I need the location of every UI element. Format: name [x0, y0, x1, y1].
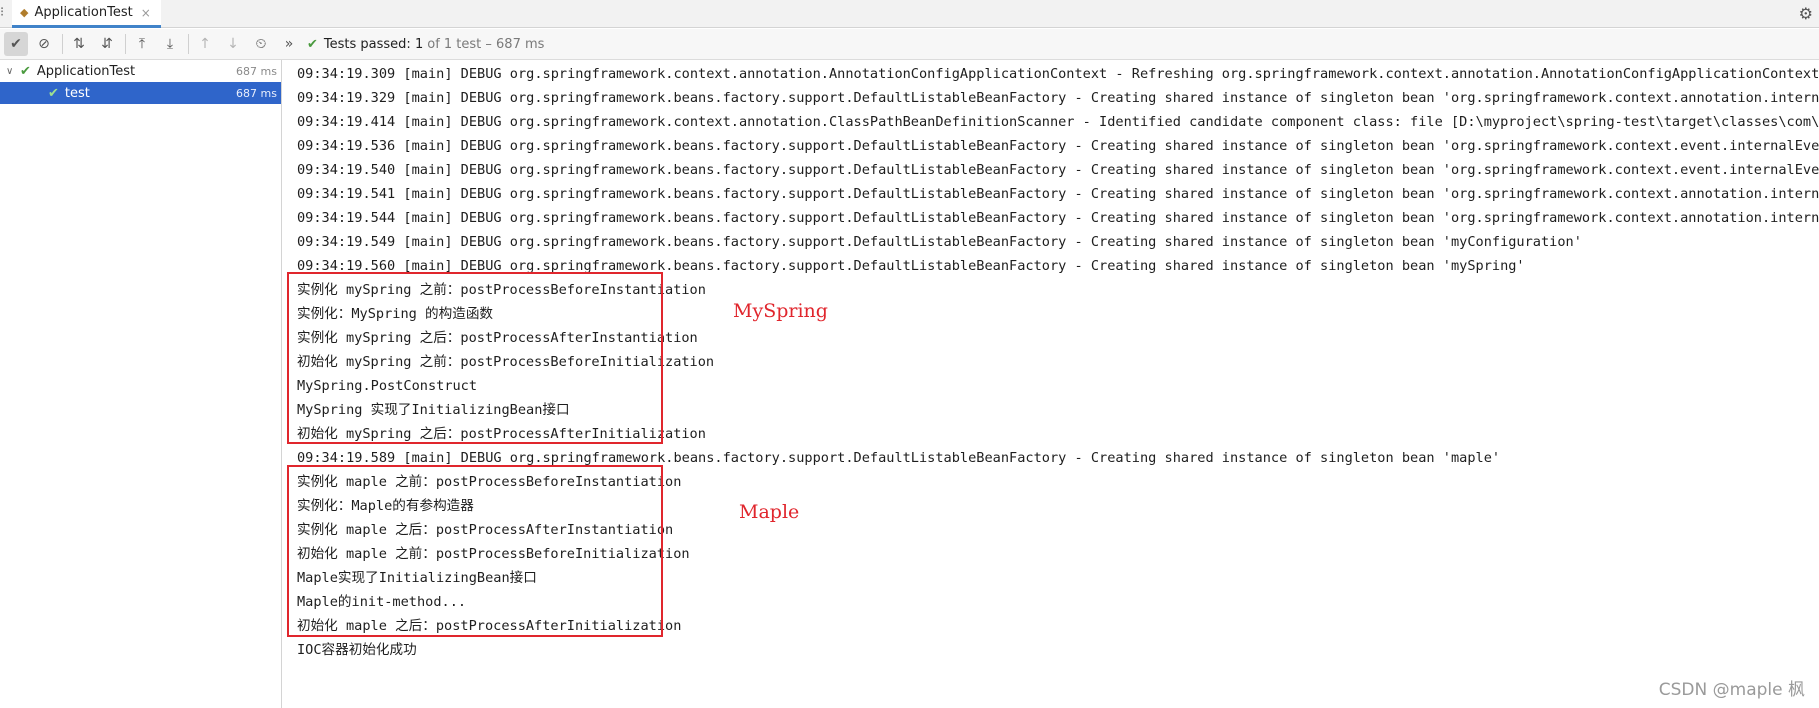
tree-item-application-test[interactable]: ∨ ✔ ApplicationTest 687 ms — [0, 60, 281, 82]
console-line: 09:34:19.544 [main] DEBUG org.springfram… — [297, 210, 1819, 226]
show-passed-button[interactable]: ✔ — [4, 32, 28, 56]
collapse-all-icon: ⤓ — [166, 36, 174, 52]
myspring-annotation: MySpring — [733, 300, 828, 322]
maple-annotation: Maple — [739, 501, 800, 523]
console-line: 09:34:19.541 [main] DEBUG org.springfram… — [297, 186, 1819, 202]
console-line: 09:34:19.549 [main] DEBUG org.springfram… — [297, 234, 1582, 250]
myspring-highlight-box — [287, 272, 663, 444]
console-output[interactable]: 09:34:19.309 [main] DEBUG org.springfram… — [283, 60, 1819, 708]
tree-item-time: 687 ms — [236, 64, 277, 78]
history-icon: ⏲ — [255, 36, 267, 52]
check-icon: ✔ — [48, 85, 59, 101]
console-line: 09:34:19.536 [main] DEBUG org.springfram… — [297, 138, 1819, 154]
tab-application-test[interactable]: ◆ ApplicationTest × — [12, 0, 161, 28]
console-line: 09:34:19.309 [main] DEBUG org.springfram… — [297, 66, 1819, 82]
tab-title: ApplicationTest — [34, 5, 133, 20]
status-label: Tests passed: — [323, 36, 411, 52]
test-status: ✔ Tests passed: 1 of 1 test – 687 ms — [307, 37, 544, 52]
expand-all-icon: ⤒ — [138, 36, 146, 52]
history-button[interactable]: ⏲ — [249, 32, 273, 56]
block-icon: ⊘ — [38, 36, 50, 52]
passed-count: 1 — [414, 36, 424, 52]
test-tree: ∨ ✔ ApplicationTest 687 ms ✔ test 687 ms — [0, 60, 282, 708]
toolbar-divider — [125, 34, 126, 54]
tree-item-test[interactable]: ✔ test 687 ms — [0, 82, 281, 104]
arrow-down-icon: ↓ — [227, 36, 239, 52]
console-line: 09:34:19.540 [main] DEBUG org.springfram… — [297, 162, 1819, 178]
check-icon: ✔ — [307, 36, 318, 52]
gear-icon[interactable]: ⚙ — [1799, 4, 1813, 23]
watermark: CSDN @maple 枫 — [1658, 680, 1805, 700]
side-menu-icon[interactable]: ⁝ — [0, 5, 4, 20]
console-line: IOC容器初始化成功 — [297, 642, 417, 658]
sort-alpha-icon: ⇅ — [73, 36, 85, 52]
maple-highlight-box — [287, 465, 663, 637]
arrow-up-icon: ↑ — [199, 36, 211, 52]
chevron-double-right-icon: » — [284, 36, 294, 52]
toolbar-divider — [188, 34, 189, 54]
run-config-icon: ◆ — [20, 6, 29, 19]
close-icon[interactable]: × — [141, 6, 151, 20]
toolbar-divider — [62, 34, 63, 54]
sort-alpha-button[interactable]: ⇅ — [67, 32, 91, 56]
sort-duration-icon: ⇵ — [101, 36, 113, 52]
show-ignored-button[interactable]: ⊘ — [32, 32, 56, 56]
tree-item-label: ApplicationTest — [36, 63, 136, 79]
previous-failed-button[interactable]: ↑ — [193, 32, 217, 56]
test-toolbar: ✔ ⊘ ⇅ ⇵ ⤒ ⤓ ↑ ↓ ⏲ » ✔ Tests passed: 1 of… — [0, 29, 1819, 60]
next-failed-button[interactable]: ↓ — [221, 32, 245, 56]
more-button[interactable]: » — [277, 32, 301, 56]
console-line: 09:34:19.414 [main] DEBUG org.springfram… — [297, 114, 1819, 130]
collapse-all-button[interactable]: ⤓ — [158, 32, 182, 56]
status-detail: of 1 test – 687 ms — [427, 36, 545, 52]
check-icon: ✔ — [10, 36, 22, 52]
expand-all-button[interactable]: ⤒ — [130, 32, 154, 56]
check-icon: ✔ — [20, 63, 31, 79]
sort-duration-button[interactable]: ⇵ — [95, 32, 119, 56]
tab-bar: ⁝ ◆ ApplicationTest × ⚙ — [0, 0, 1819, 28]
tree-item-time: 687 ms — [236, 86, 277, 100]
chevron-down-icon[interactable]: ∨ — [6, 66, 20, 77]
console-line: 09:34:19.329 [main] DEBUG org.springfram… — [297, 90, 1819, 106]
tree-item-label: test — [64, 85, 90, 101]
